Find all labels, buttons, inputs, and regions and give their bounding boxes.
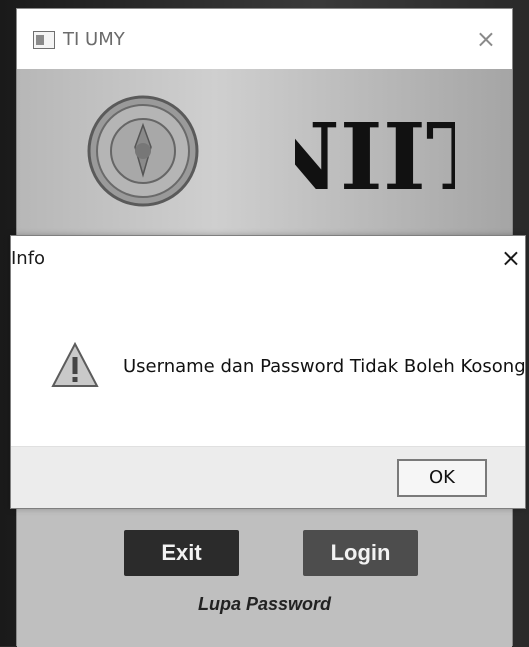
- dialog-title-text: Info: [11, 248, 46, 269]
- info-dialog: Info × Username dan Password Tidak Boleh…: [10, 235, 526, 509]
- ok-button[interactable]: OK: [397, 459, 487, 497]
- window-close-button[interactable]: ×: [476, 25, 496, 53]
- university-seal-logo: [87, 95, 199, 207]
- dialog-message: Username dan Password Tidak Boleh Kosong: [123, 356, 526, 377]
- header-panel: NIIT: [17, 69, 512, 239]
- forgot-password-link[interactable]: Lupa Password: [17, 594, 512, 615]
- desktop-background: TI UMY × NIIT Exit Login Lupa Password I…: [0, 0, 529, 647]
- warning-icon: [51, 342, 99, 387]
- dialog-footer: OK: [11, 446, 525, 508]
- window-title: TI UMY: [63, 29, 125, 50]
- login-button[interactable]: Login: [303, 530, 418, 576]
- app-icon: [33, 31, 55, 49]
- niit-brand-logo: NIIT: [295, 103, 455, 209]
- dialog-close-button[interactable]: ×: [501, 244, 521, 272]
- niit-brand-text: NIIT: [295, 103, 455, 209]
- exit-button[interactable]: Exit: [124, 530, 239, 576]
- main-titlebar: TI UMY ×: [17, 9, 512, 69]
